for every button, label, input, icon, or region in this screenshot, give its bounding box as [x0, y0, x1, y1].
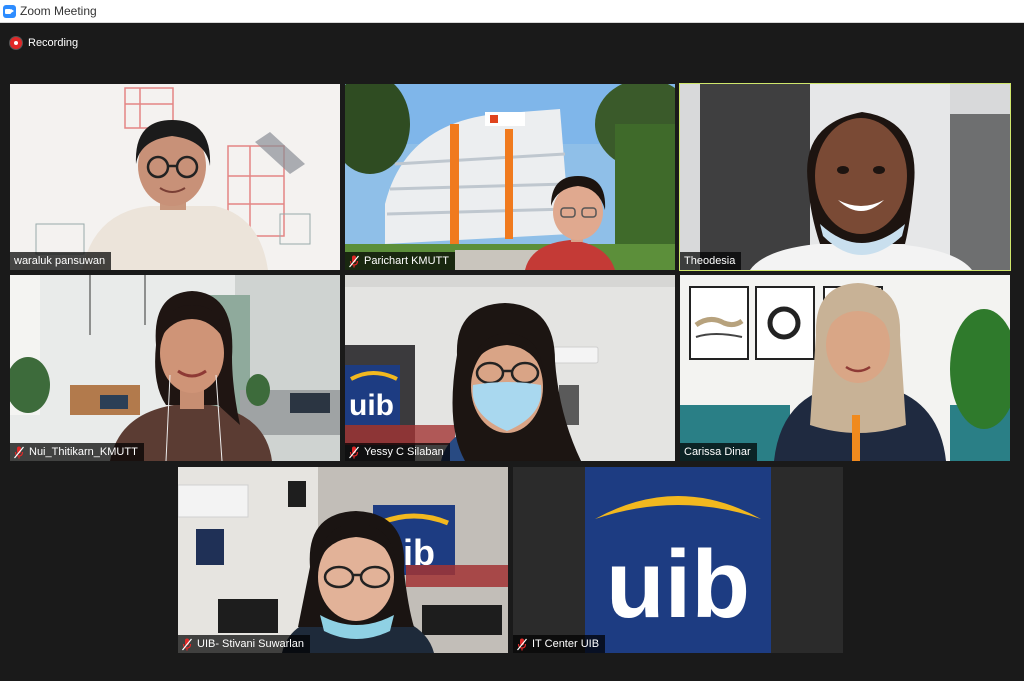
recording-indicator[interactable]: Recording [10, 35, 78, 51]
microphone-muted-icon [182, 638, 192, 650]
participant-name: Parichart KMUTT [364, 255, 449, 267]
participant-name: waraluk pansuwan [14, 255, 106, 267]
video-tile-yessy-c-silaban[interactable]: uib Yessy C Silaban [345, 275, 675, 461]
participant-name-tag: Nui_Thitikarn_KMUTT [10, 443, 144, 461]
video-tile-carissa-dinar[interactable]: Carissa Dinar [680, 275, 1010, 461]
video-feed [10, 84, 340, 270]
svg-text:uib: uib [349, 389, 394, 422]
participant-name-tag: Carissa Dinar [680, 443, 757, 461]
record-icon [10, 37, 22, 49]
participant-name: Nui_Thitikarn_KMUTT [29, 446, 138, 458]
video-tile-it-center-uib[interactable]: uib IT Center UIB [513, 467, 843, 653]
video-feed: uib [513, 467, 843, 653]
video-feed: uib [345, 275, 675, 461]
participant-name-tag: Yessy C Silaban [345, 443, 450, 461]
recording-label: Recording [28, 37, 79, 49]
video-tile-waraluk-pansuwan[interactable]: waraluk pansuwan [10, 84, 340, 270]
microphone-muted-icon [517, 638, 527, 650]
video-tile-uib-stivani-suwarlan[interactable]: uib UIB- Stivani Suwarlan [178, 467, 508, 653]
video-tile-parichart-kmutt[interactable]: Parichart KMUTT [345, 84, 675, 270]
video-tile-nui-thitikarn-kmutt[interactable]: Nui_Thitikarn_KMUTT [10, 275, 340, 461]
microphone-muted-icon [349, 255, 359, 267]
participant-name: IT Center UIB [532, 638, 600, 650]
microphone-muted-icon [349, 446, 359, 458]
window-title-bar: Zoom Meeting [0, 0, 1024, 23]
video-tile-theodesia[interactable]: Theodesia [679, 83, 1011, 271]
participant-name-tag: IT Center UIB [513, 635, 606, 653]
zoom-app-icon [3, 4, 16, 18]
participant-name-tag: Parichart KMUTT [345, 252, 455, 270]
participant-name-tag: Theodesia [680, 252, 742, 270]
participant-name: Carissa Dinar [684, 446, 751, 458]
video-feed [10, 275, 340, 461]
participant-name-tag: waraluk pansuwan [10, 252, 112, 270]
participant-name-tag: UIB- Stivani Suwarlan [178, 635, 310, 653]
microphone-muted-icon [14, 446, 24, 458]
video-feed [680, 84, 1010, 270]
video-feed [345, 84, 675, 270]
participant-name: Yessy C Silaban [364, 446, 444, 458]
participant-name: UIB- Stivani Suwarlan [197, 638, 304, 650]
uib-logo-text: uib [606, 531, 750, 638]
video-feed [680, 275, 1010, 461]
window-title: Zoom Meeting [20, 4, 97, 18]
video-feed: uib [178, 467, 508, 653]
participant-name: Theodesia [684, 255, 736, 267]
